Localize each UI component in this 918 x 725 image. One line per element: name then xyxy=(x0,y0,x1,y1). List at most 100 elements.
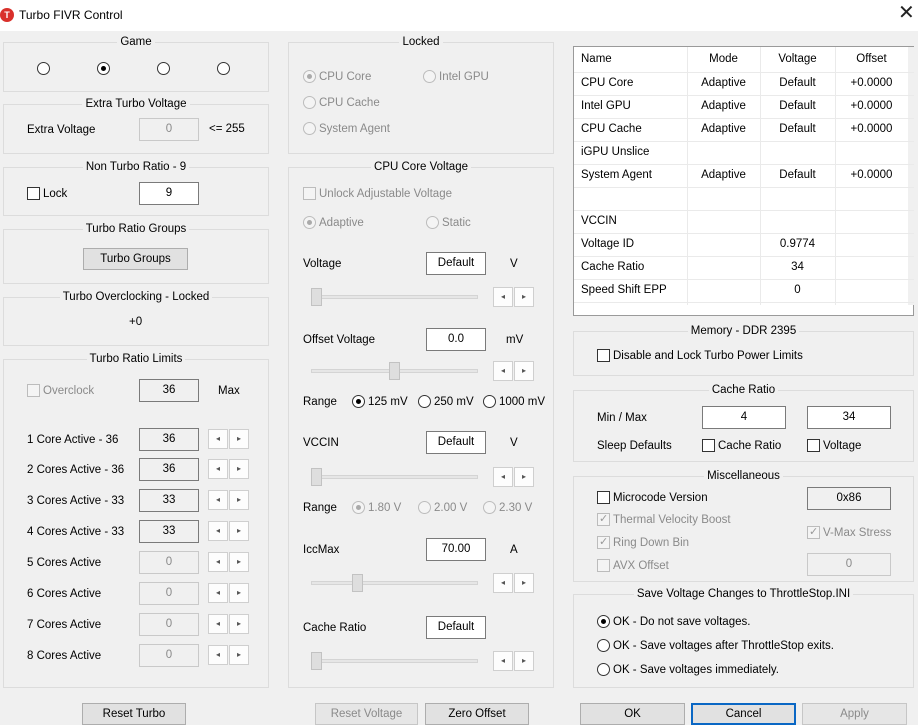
spin-left-icon[interactable]: ◂ xyxy=(208,459,228,479)
spin-right-icon[interactable]: ▸ xyxy=(229,583,249,603)
turbo-row-spinner[interactable]: ◂ ▸ xyxy=(208,521,250,541)
offset-spinner[interactable]: ◂ ▸ xyxy=(493,361,535,381)
cache-spinner[interactable]: ◂ ▸ xyxy=(493,651,535,671)
spin-right-icon[interactable]: ▸ xyxy=(229,490,249,510)
voltage-spin-right-icon[interactable]: ▸ xyxy=(514,287,534,307)
spin-right-icon[interactable]: ▸ xyxy=(229,552,249,572)
cache-spin-right-icon[interactable]: ▸ xyxy=(514,651,534,671)
spin-left-icon[interactable]: ◂ xyxy=(208,521,228,541)
voltage-slider-thumb[interactable] xyxy=(311,288,322,306)
microcode-field[interactable]: 0x86 xyxy=(807,487,891,510)
vccin-spinner[interactable]: ◂ ▸ xyxy=(493,467,535,487)
cache-slider-thumb[interactable] xyxy=(311,652,322,670)
avx-field[interactable]: 0 xyxy=(807,553,891,576)
unlock-voltage-checkbox[interactable] xyxy=(303,187,316,200)
vccin-180-radio[interactable] xyxy=(352,501,365,514)
table-row[interactable]: iGPU Unslice xyxy=(574,146,908,169)
game-radio-1[interactable] xyxy=(37,62,50,75)
cache-max-field[interactable]: 34 xyxy=(807,406,891,429)
iccmax-field[interactable]: 70.00 xyxy=(426,538,486,561)
cache-ratio-voltage-field[interactable]: Default xyxy=(426,616,486,639)
vccin-slider-track[interactable] xyxy=(311,475,478,479)
table-row[interactable]: CPU Core Adaptive Default +0.0000 xyxy=(574,77,908,100)
cache-min-field[interactable]: 4 xyxy=(702,406,786,429)
table-row[interactable]: Voltage ID 0.9774 xyxy=(574,238,908,261)
turbo-row-spinner[interactable]: ◂ ▸ xyxy=(208,429,250,449)
locked-intel-gpu-radio[interactable] xyxy=(423,70,436,83)
turbo-row-spinner[interactable]: ◂ ▸ xyxy=(208,459,250,479)
save-opt1-radio[interactable] xyxy=(597,615,610,628)
static-radio[interactable] xyxy=(426,216,439,229)
table-header-cell[interactable]: Name xyxy=(581,53,681,65)
range-250-radio[interactable] xyxy=(418,395,431,408)
adaptive-radio[interactable] xyxy=(303,216,316,229)
non-turbo-lock-checkbox[interactable] xyxy=(27,187,40,200)
table-header-cell[interactable]: Voltage xyxy=(760,53,835,65)
vccin-200-radio[interactable] xyxy=(418,501,431,514)
cache-spin-left-icon[interactable]: ◂ xyxy=(493,651,513,671)
turbo-row-field[interactable]: 0 xyxy=(139,644,199,667)
table-row[interactable] xyxy=(574,192,908,215)
extra-voltage-field[interactable]: 0 xyxy=(139,118,199,141)
microcode-checkbox[interactable] xyxy=(597,491,610,504)
turbo-row-spinner[interactable]: ◂ ▸ xyxy=(208,614,250,634)
vmax-checkbox[interactable] xyxy=(807,525,820,539)
table-row[interactable]: Cache Ratio 34 xyxy=(574,261,908,284)
game-radio-3[interactable] xyxy=(157,62,170,75)
table-row[interactable]: CPU Cache Adaptive Default +0.0000 xyxy=(574,123,908,146)
iccmax-spin-left-icon[interactable]: ◂ xyxy=(493,573,513,593)
turbo-row-field[interactable]: 33 xyxy=(139,520,199,543)
spin-left-icon[interactable]: ◂ xyxy=(208,552,228,572)
voltage-field[interactable]: Default xyxy=(426,252,486,275)
range-1000-radio[interactable] xyxy=(483,395,496,408)
vccin-spin-right-icon[interactable]: ▸ xyxy=(514,467,534,487)
overclock-checkbox[interactable] xyxy=(27,384,40,397)
offset-slider-thumb[interactable] xyxy=(389,362,400,380)
spin-right-icon[interactable]: ▸ xyxy=(229,645,249,665)
turbo-row-field[interactable]: 36 xyxy=(139,458,199,481)
spin-right-icon[interactable]: ▸ xyxy=(229,614,249,634)
tvb-checkbox[interactable] xyxy=(597,512,610,526)
iccmax-slider-track[interactable] xyxy=(311,581,478,585)
turbo-row-field[interactable]: 0 xyxy=(139,613,199,636)
vccin-field[interactable]: Default xyxy=(426,431,486,454)
sleep-cache-checkbox[interactable] xyxy=(702,439,715,452)
iccmax-spin-right-icon[interactable]: ▸ xyxy=(514,573,534,593)
locked-cpu-cache-radio[interactable] xyxy=(303,96,316,109)
table-header-cell[interactable]: Offset xyxy=(835,53,908,65)
table-scrollbar[interactable] xyxy=(908,47,914,305)
cache-slider-track[interactable] xyxy=(311,659,478,663)
spin-left-icon[interactable]: ◂ xyxy=(208,490,228,510)
table-row[interactable]: System Agent Adaptive Default +0.0000 xyxy=(574,169,908,192)
table-row[interactable]: VCCIN xyxy=(574,215,908,238)
table-header-cell[interactable]: Mode xyxy=(687,53,760,65)
turbo-row-field[interactable]: 0 xyxy=(139,582,199,605)
turbo-row-field[interactable]: 0 xyxy=(139,551,199,574)
avx-checkbox[interactable] xyxy=(597,559,610,572)
spin-right-icon[interactable]: ▸ xyxy=(229,521,249,541)
turbo-row-spinner[interactable]: ◂ ▸ xyxy=(208,583,250,603)
spin-left-icon[interactable]: ◂ xyxy=(208,645,228,665)
spin-left-icon[interactable]: ◂ xyxy=(208,583,228,603)
spin-left-icon[interactable]: ◂ xyxy=(208,614,228,634)
non-turbo-ratio-field[interactable]: 9 xyxy=(139,182,199,205)
save-opt3-radio[interactable] xyxy=(597,663,610,676)
turbo-groups-button[interactable]: Turbo Groups xyxy=(83,248,188,270)
offset-spin-right-icon[interactable]: ▸ xyxy=(514,361,534,381)
sleep-voltage-checkbox[interactable] xyxy=(807,439,820,452)
spin-right-icon[interactable]: ▸ xyxy=(229,459,249,479)
offset-spin-left-icon[interactable]: ◂ xyxy=(493,361,513,381)
vccin-spin-left-icon[interactable]: ◂ xyxy=(493,467,513,487)
voltage-spinner[interactable]: ◂ ▸ xyxy=(493,287,535,307)
range-125-radio[interactable] xyxy=(352,395,365,408)
offset-voltage-field[interactable]: 0.0 xyxy=(426,328,486,351)
disable-power-limits-checkbox[interactable] xyxy=(597,349,610,362)
vccin-230-radio[interactable] xyxy=(483,501,496,514)
voltage-spin-left-icon[interactable]: ◂ xyxy=(493,287,513,307)
locked-system-agent-radio[interactable] xyxy=(303,122,316,135)
spin-left-icon[interactable]: ◂ xyxy=(208,429,228,449)
ringdown-checkbox[interactable] xyxy=(597,535,610,549)
locked-cpu-core-radio[interactable] xyxy=(303,70,316,83)
table-row[interactable]: Intel GPU Adaptive Default +0.0000 xyxy=(574,100,908,123)
turbo-row-spinner[interactable]: ◂ ▸ xyxy=(208,645,250,665)
